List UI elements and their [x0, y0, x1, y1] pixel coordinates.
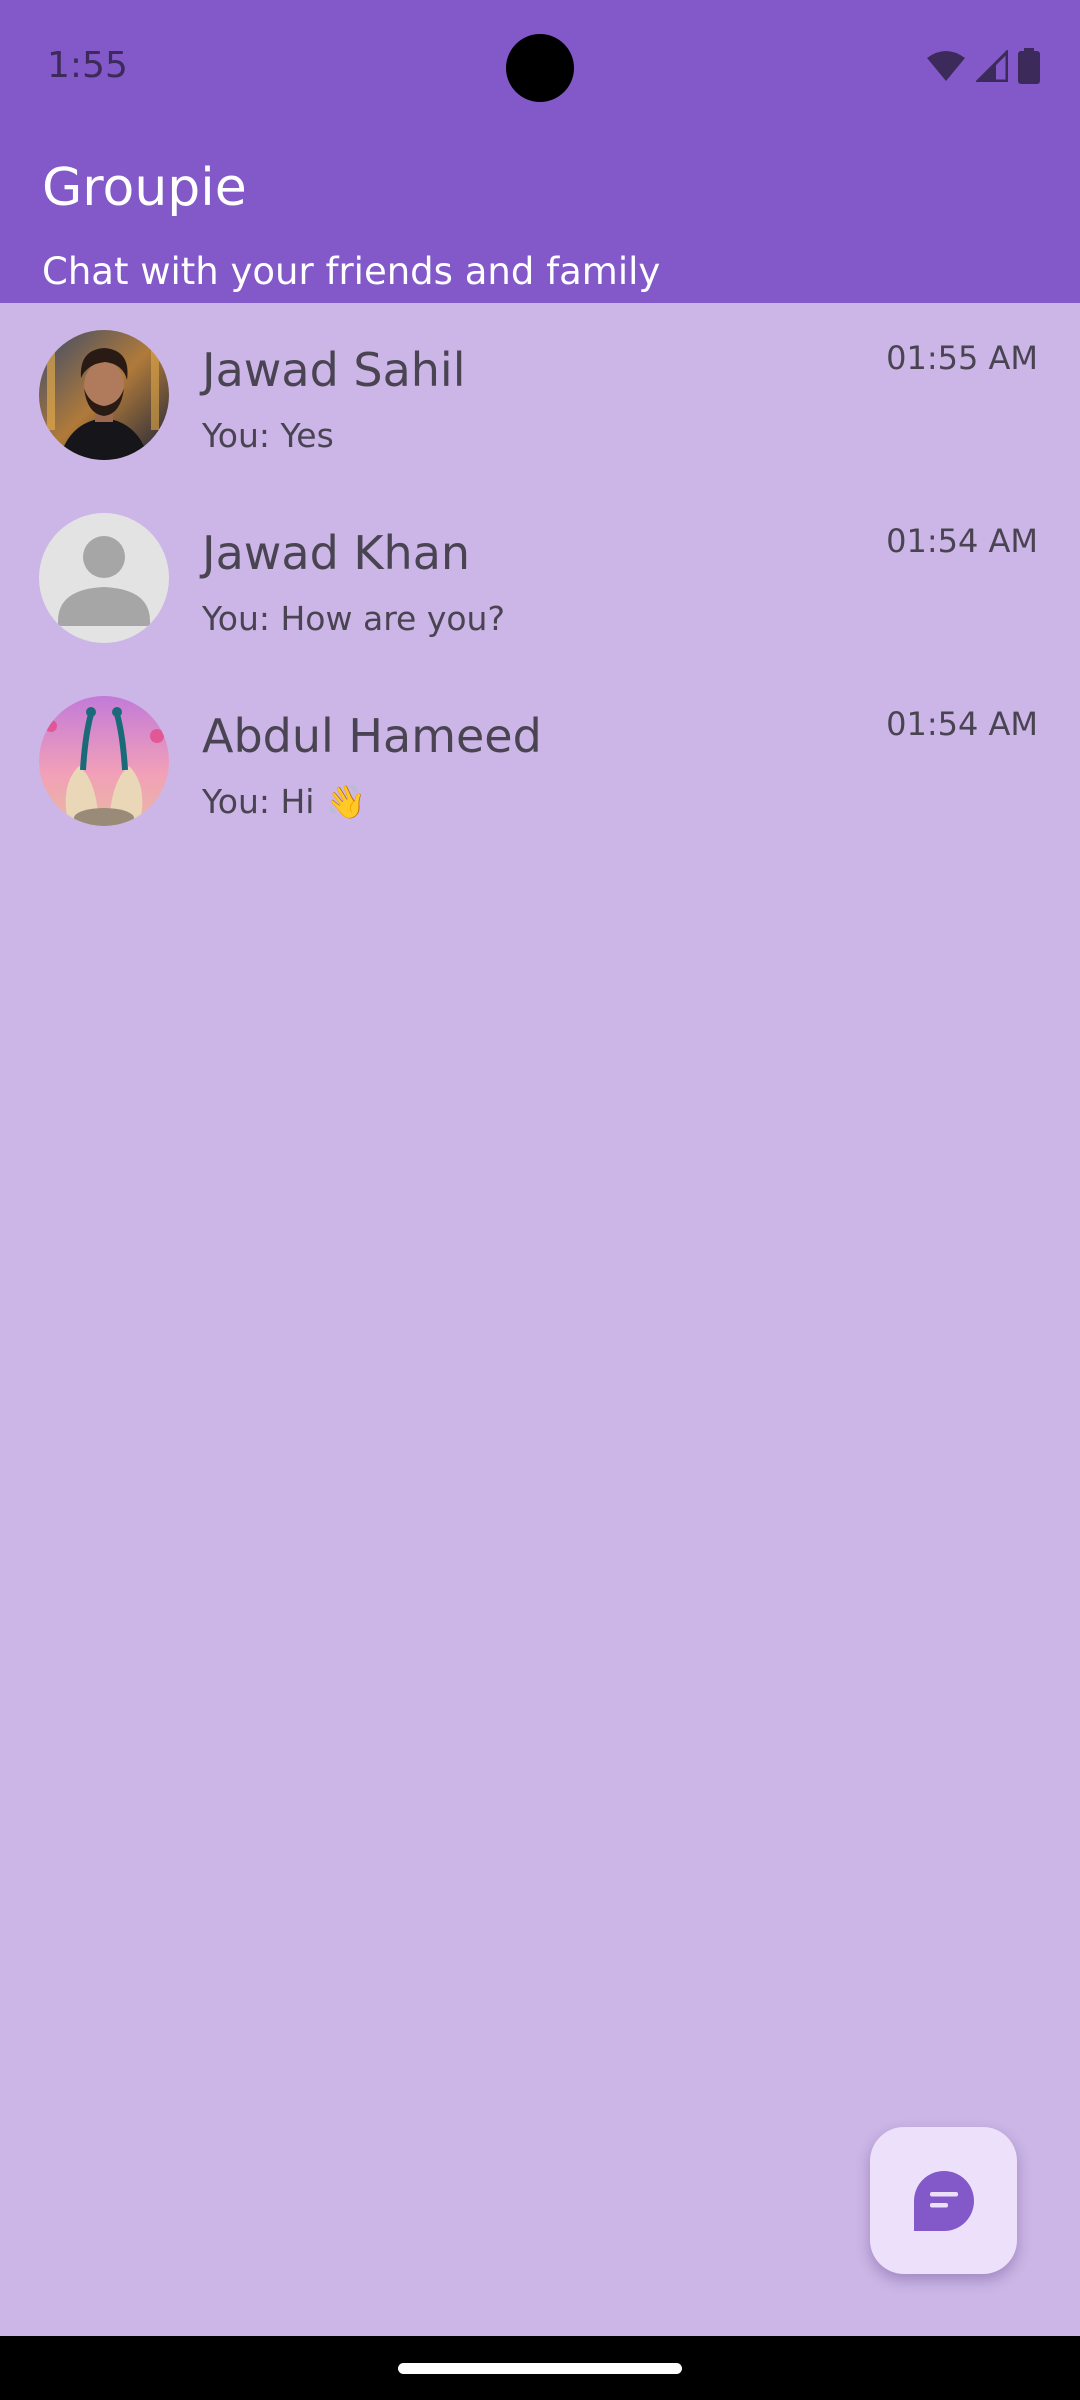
navigation-bar	[0, 2336, 1080, 2400]
app-subtitle: Chat with your friends and family	[42, 250, 661, 293]
chat-name: Jawad Khan	[202, 526, 471, 580]
chat-preview: You: Hi 👋	[202, 782, 367, 821]
chat-time: 01:55 AM	[886, 339, 1038, 377]
chat-preview: You: How are you?	[202, 599, 505, 638]
chat-list: Jawad Sahil You: Yes 01:55 AM Jawad Khan…	[0, 303, 1080, 852]
avatar[interactable]	[39, 330, 169, 460]
profile-photo-peacocks-icon	[39, 696, 169, 826]
cell-signal-icon	[976, 50, 1008, 82]
app-title: Groupie	[42, 158, 247, 218]
default-person-icon	[39, 513, 169, 643]
new-chat-icon	[913, 2170, 974, 2231]
chat-name: Abdul Hameed	[202, 709, 542, 763]
status-icons	[926, 48, 1040, 84]
chat-list-item[interactable]: Jawad Khan You: How are you? 01:54 AM	[0, 486, 1080, 669]
wifi-icon	[927, 51, 965, 81]
avatar[interactable]	[39, 696, 169, 826]
camera-cutout	[506, 34, 574, 102]
chat-name: Jawad Sahil	[202, 343, 466, 397]
chat-time: 01:54 AM	[886, 705, 1038, 743]
status-time: 1:55	[47, 45, 128, 86]
new-chat-button[interactable]	[870, 2127, 1017, 2274]
chat-list-screen: 1:55 Groupie Chat with your friends and …	[0, 0, 1080, 2400]
chat-list-item[interactable]: Jawad Sahil You: Yes 01:55 AM	[0, 303, 1080, 486]
battery-icon	[1018, 48, 1040, 84]
avatar[interactable]	[39, 513, 169, 643]
app-bar: 1:55 Groupie Chat with your friends and …	[0, 0, 1080, 303]
chat-time: 01:54 AM	[886, 522, 1038, 560]
profile-photo-man-icon	[39, 330, 169, 460]
chat-list-item[interactable]: Abdul Hameed You: Hi 👋 01:54 AM	[0, 669, 1080, 852]
chat-preview: You: Yes	[202, 416, 334, 455]
home-gesture-handle[interactable]	[398, 2363, 682, 2374]
